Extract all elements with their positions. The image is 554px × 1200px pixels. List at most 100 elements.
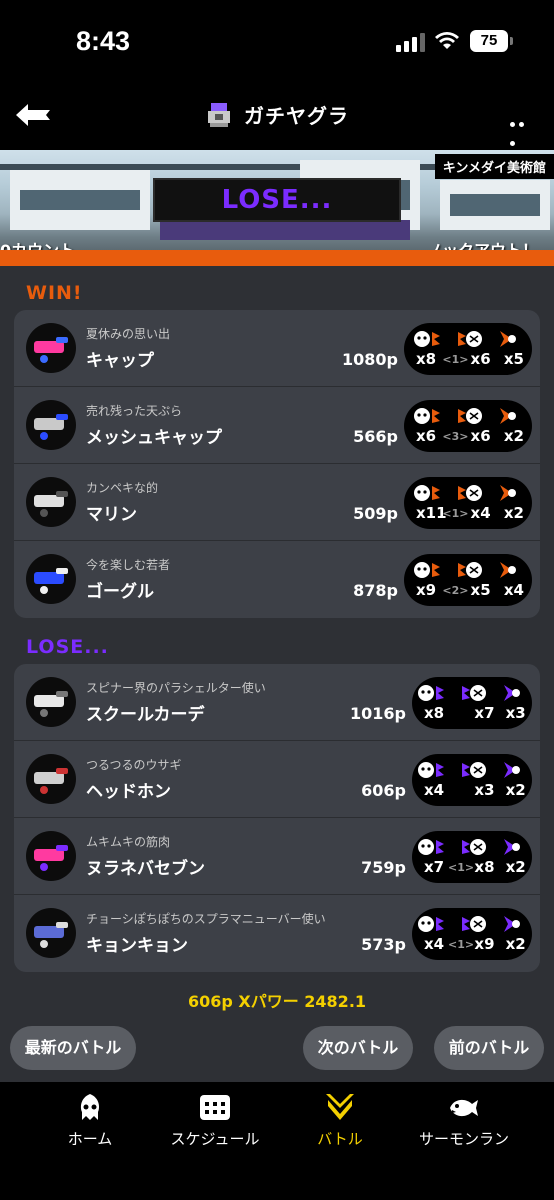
player-name: ヘッドホン: [86, 782, 171, 802]
kill-count: x7: [424, 858, 445, 876]
tab-battle-label: バトル: [317, 1130, 363, 1148]
special-count: x2: [505, 935, 526, 953]
player-title: チョーシぽちぽちのスプラマニューバー使い: [86, 912, 326, 926]
cellular-signal-icon: [396, 33, 425, 52]
assist-count: <1>: [448, 938, 475, 951]
special-count: x4: [503, 581, 524, 599]
death-count: x9: [474, 935, 495, 953]
weapon-icon: [26, 400, 76, 450]
death-count: x7: [474, 704, 495, 722]
player-row[interactable]: 売れ残った天ぷら メッシュキャップ 566p x6 <3> x6 x2: [14, 387, 540, 464]
battle-detail-content[interactable]: WIN! 夏休みの思い出 キャップ 1080p x8 <1> x6 x5 売れ残った天ぷら メッ…: [0, 266, 554, 1016]
wifi-icon: [435, 32, 459, 49]
latest-battle-button[interactable]: 最新のバトル: [10, 1026, 136, 1070]
player-row[interactable]: 今を楽しむ若者ゴーグル 878p x9 <2> x5 x4: [14, 541, 540, 618]
death-count: x6: [470, 427, 491, 445]
assist-count: <1>: [442, 353, 469, 366]
tab-salmon-run[interactable]: サーモンラン: [412, 1092, 516, 1149]
win-team-card: 夏休みの思い出 キャップ 1080p x8 <1> x6 x5 売れ残った天ぷら メッシュキャッ…: [14, 310, 540, 618]
weapon-icon: [26, 323, 76, 373]
player-points: 509p: [353, 504, 398, 523]
player-points: 1080p: [342, 350, 398, 369]
assist-count: <1>: [448, 861, 475, 874]
tab-home[interactable]: ホーム: [55, 1092, 125, 1149]
player-row[interactable]: つるつるのウサギ ヘッドホン 606p x4 x3 x2: [14, 741, 540, 818]
player-name: スクールカーデ: [86, 705, 205, 725]
special-count: x2: [503, 427, 524, 445]
tab-schedule-label: スケジュール: [170, 1130, 260, 1148]
player-name: マリン: [86, 505, 137, 525]
header-title-group: ガチヤグラ: [0, 100, 554, 129]
death-count: x3: [474, 781, 495, 799]
player-stats: x7 <1> x8 x2: [412, 831, 532, 883]
more-menu-icon[interactable]: [510, 112, 536, 146]
status-bar: 8:43 75: [0, 0, 554, 84]
player-stats: x8 <1> x6 x5: [404, 323, 532, 375]
assist-count: <1>: [442, 507, 469, 520]
weapon-icon: [26, 908, 76, 958]
kill-count: x4: [424, 781, 445, 799]
stats-icons: [404, 482, 532, 504]
kill-count: x8: [424, 704, 445, 722]
player-stats: x4 <1> x9 x2: [412, 908, 532, 960]
player-points: 1016p: [350, 704, 406, 723]
player-row[interactable]: チョーシぽちぽちのスプラマニューバー使い キョンキョン 573p x4 <1> x9 x2: [14, 895, 540, 972]
death-count: x6: [470, 350, 491, 368]
player-name: キャップ: [86, 351, 154, 371]
battle-icon: [326, 1094, 354, 1120]
player-name: ゴーグル: [86, 582, 154, 602]
player-row[interactable]: 夏休みの思い出 キャップ 1080p x8 <1> x6 x5: [14, 310, 540, 387]
player-name: ヌラネバセブン: [86, 859, 205, 879]
battery-level: 75: [470, 30, 508, 52]
player-stats: x9 <2> x5 x4: [404, 554, 532, 606]
next-battle-button[interactable]: 次のバトル: [303, 1026, 413, 1070]
power-summary: 606p Xパワー 2482.1: [187, 992, 367, 1011]
player-stats: x6 <3> x6 x2: [404, 400, 532, 452]
tab-battle[interactable]: バトル: [305, 1092, 375, 1149]
player-row[interactable]: スピナー界のパラシェルター使い スクールカーデ 1016p x8 x7 x3: [14, 664, 540, 741]
match-result: LOSE...: [153, 178, 401, 222]
bottom-tab-bar: ホーム スケジュール バトル サーモンラン: [0, 1082, 554, 1200]
player-points: 606p: [361, 781, 406, 800]
player-title: 売れ残った天ぷら: [86, 404, 183, 418]
kill-count: x8: [416, 350, 437, 368]
stats-icons: [404, 328, 532, 350]
player-points: 573p: [361, 935, 406, 954]
stats-icons: [412, 913, 532, 935]
weapon-icon: [26, 477, 76, 527]
lose-team-card: スピナー界のパラシェルター使い スクールカーデ 1016p x8 x7 x3 つるつるのウサ…: [14, 664, 540, 972]
calendar-icon: [200, 1095, 230, 1120]
stats-icons: [404, 559, 532, 581]
death-count: x8: [474, 858, 495, 876]
player-title: カンペキな的: [86, 481, 159, 495]
stats-icons: [412, 836, 532, 858]
player-title: スピナー界のパラシェルター使い: [86, 681, 266, 695]
player-row[interactable]: カンペキな的 マリン 509p x11 <1> x4 x2: [14, 464, 540, 541]
match-result-text: LOSE...: [221, 185, 333, 215]
player-name: メッシュキャップ: [86, 428, 222, 448]
stats-icons: [404, 405, 532, 427]
stage-banner: キンメダイ美術館 LOSE... 0カウント ノックアウト！: [0, 150, 554, 266]
player-title: 夏休みの思い出: [86, 327, 171, 341]
player-points: 878p: [353, 581, 398, 600]
death-count: x4: [470, 504, 491, 522]
player-name: キョンキョン: [86, 936, 188, 956]
player-title: 今を楽しむ若者: [86, 558, 171, 572]
player-row[interactable]: ムキムキの筋肉 ヌラネバセブン 759p x7 <1> x8 x2: [14, 818, 540, 895]
kill-count: x9: [416, 581, 437, 599]
death-count: x5: [470, 581, 491, 599]
player-stats: x8 x7 x3: [412, 677, 532, 729]
tab-schedule[interactable]: スケジュール: [162, 1092, 268, 1149]
assist-count: <3>: [442, 430, 469, 443]
player-stats: x4 x3 x2: [412, 754, 532, 806]
previous-battle-button[interactable]: 前のバトル: [434, 1026, 544, 1070]
stats-icons: [412, 759, 532, 781]
stage-name: キンメダイ美術館: [434, 154, 554, 179]
lose-team-label: LOSE...: [26, 636, 109, 658]
weapon-icon: [26, 677, 76, 727]
special-count: x2: [505, 858, 526, 876]
tab-home-label: ホーム: [67, 1130, 113, 1148]
salmon-icon: [450, 1099, 478, 1117]
assist-count: <2>: [442, 584, 469, 597]
result-color-bar: [0, 250, 554, 266]
